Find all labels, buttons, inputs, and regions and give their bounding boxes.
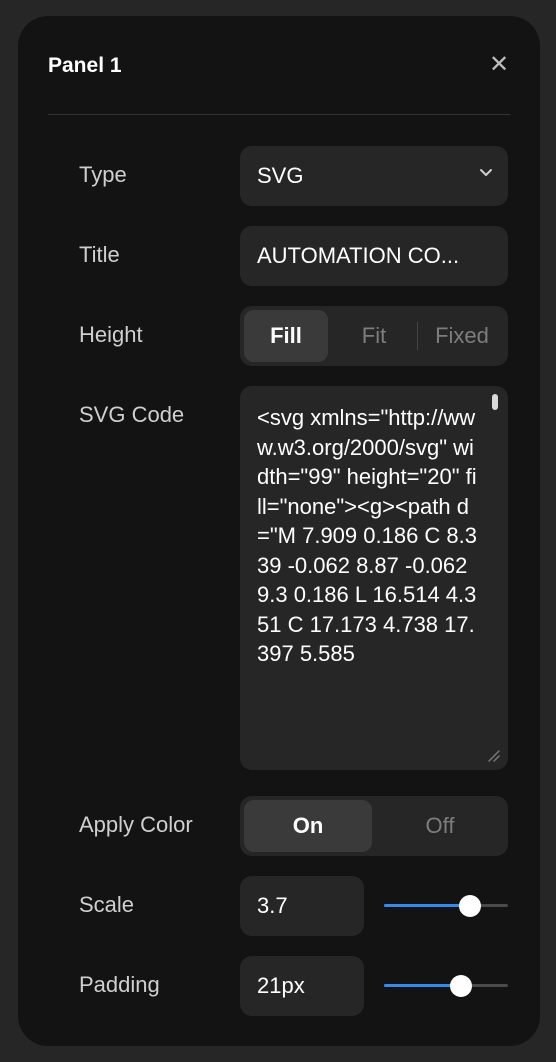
title-label: Title <box>79 242 120 267</box>
settings-panel: Panel 1 ✕ Type SVG Title AUTOMATION CO..… <box>18 16 540 1046</box>
scale-input[interactable]: 3.7 <box>240 876 364 936</box>
textarea-scrollbar[interactable] <box>492 394 498 410</box>
apply-color-toggle: On Off <box>240 796 508 856</box>
title-input-value: AUTOMATION CO... <box>257 243 460 268</box>
type-label: Type <box>79 162 127 187</box>
scale-label: Scale <box>79 892 135 917</box>
segment-divider <box>417 322 418 350</box>
padding-input-value: 21px <box>257 973 305 998</box>
height-segmented-control: Fill Fit Fixed <box>240 306 508 366</box>
apply-color-label: Apply Color <box>79 812 193 837</box>
padding-slider-thumb[interactable] <box>449 975 472 997</box>
scale-slider-thumb[interactable] <box>458 895 481 917</box>
height-label: Height <box>79 322 143 347</box>
scale-slider[interactable] <box>384 895 508 917</box>
apply-color-option-on[interactable]: On <box>244 800 372 852</box>
svg-code-textarea[interactable]: <svg xmlns="http://www.w3.org/2000/svg" … <box>240 386 508 770</box>
close-icon[interactable]: ✕ <box>488 53 510 77</box>
height-option-fixed[interactable]: Fixed <box>420 310 504 362</box>
scale-input-value: 3.7 <box>257 893 288 918</box>
apply-color-option-off[interactable]: Off <box>376 800 504 852</box>
resize-handle-icon[interactable] <box>486 748 500 762</box>
chevron-down-icon <box>480 169 492 176</box>
height-option-fill[interactable]: Fill <box>244 310 328 362</box>
scale-slider-fill <box>384 904 470 907</box>
padding-slider[interactable] <box>384 975 508 997</box>
type-select-value: SVG <box>257 163 304 188</box>
header-divider <box>48 114 510 115</box>
svg-code-label: SVG Code <box>79 402 185 427</box>
type-select[interactable]: SVG <box>240 146 508 206</box>
panel-title: Panel 1 <box>48 54 122 77</box>
padding-label: Padding <box>79 972 160 997</box>
padding-input[interactable]: 21px <box>240 956 364 1016</box>
height-option-fit[interactable]: Fit <box>332 310 416 362</box>
svg-code-text: <svg xmlns="http://www.w3.org/2000/svg" … <box>257 405 478 666</box>
panel-header: Panel 1 ✕ <box>48 44 510 90</box>
title-input[interactable]: AUTOMATION CO... <box>240 226 508 286</box>
